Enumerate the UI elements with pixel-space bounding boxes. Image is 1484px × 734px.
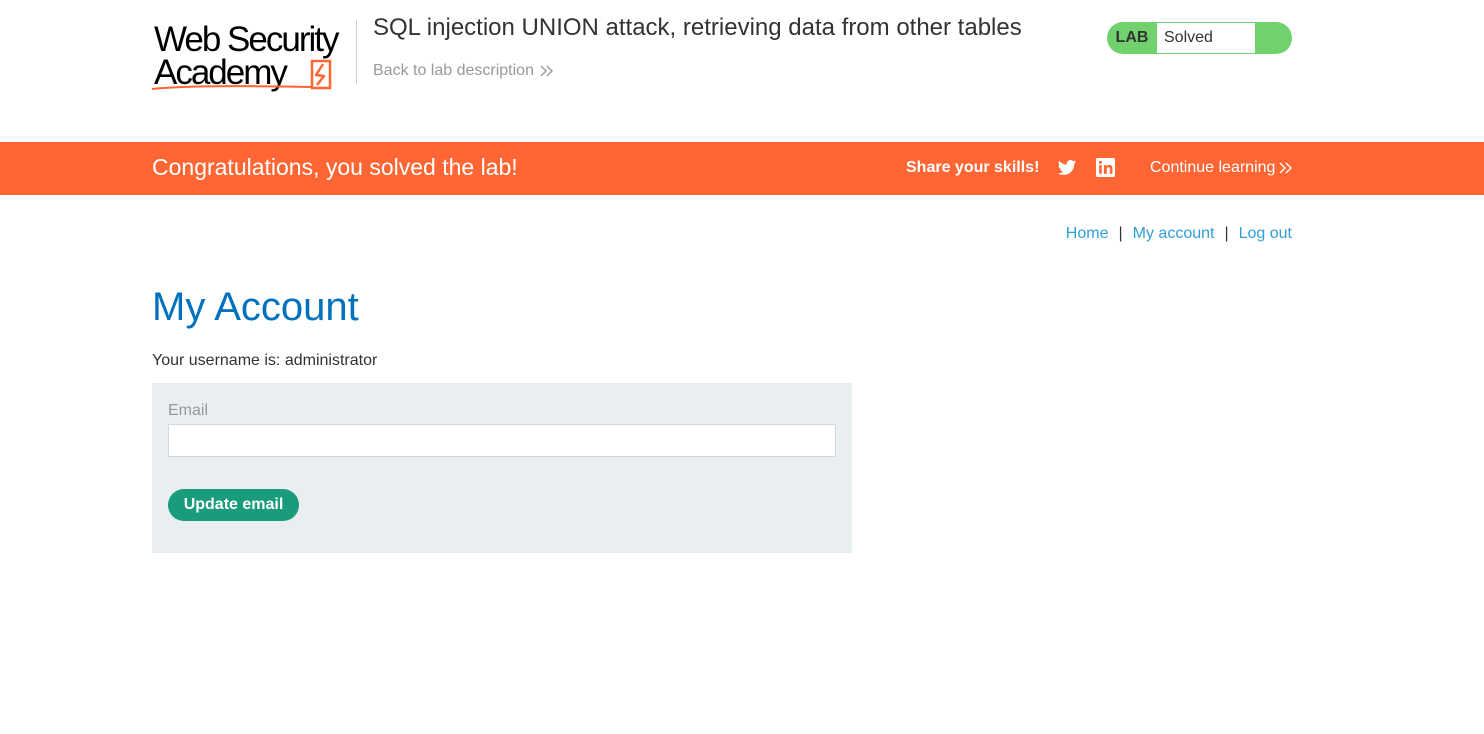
share-skills-label: Share your skills! [906, 159, 1040, 176]
nav-separator: | [1224, 225, 1229, 242]
double-chevron-right-icon [1279, 162, 1293, 174]
nav-log-out-link[interactable]: Log out [1239, 225, 1292, 243]
username-text: Your username is: administrator [152, 352, 378, 369]
continue-learning-label: Continue learning [1150, 159, 1276, 176]
page-title: My Account [152, 285, 359, 329]
back-to-lab-description-link[interactable]: Back to lab description [373, 62, 554, 80]
lab-header: Web Security Academy SQL injection UNION… [0, 0, 1484, 142]
nav-home-link[interactable]: Home [1066, 225, 1109, 243]
double-chevron-right-icon [540, 65, 553, 77]
twitter-icon[interactable] [1057, 158, 1077, 178]
congratulations-message: Congratulations, you solved the lab! [152, 154, 518, 180]
nav-separator: | [1118, 225, 1123, 242]
continue-learning-link[interactable]: Continue learning [1150, 159, 1293, 177]
email-input[interactable] [168, 424, 836, 457]
web-security-academy-logo[interactable]: Web Security Academy [152, 20, 356, 92]
logo-lightning-icon [152, 59, 332, 90]
lab-title: SQL injection UNION attack, retrieving d… [373, 14, 1022, 41]
update-email-form: Email Update email [152, 383, 852, 553]
lab-status-widget: LAB Solved [1107, 22, 1292, 54]
nav-my-account-link[interactable]: My account [1133, 225, 1215, 243]
lab-tag: LAB [1115, 29, 1149, 46]
header-divider [356, 20, 357, 84]
lab-status-text: Solved [1157, 23, 1255, 53]
linkedin-icon[interactable] [1096, 158, 1115, 177]
update-email-button[interactable]: Update email [168, 489, 299, 521]
email-label: Email [168, 402, 209, 419]
lab-solved-banner: Congratulations, you solved the lab! Sha… [0, 142, 1484, 195]
back-link-label: Back to lab description [373, 62, 534, 79]
account-nav: Home | My account | Log out [1066, 225, 1292, 243]
